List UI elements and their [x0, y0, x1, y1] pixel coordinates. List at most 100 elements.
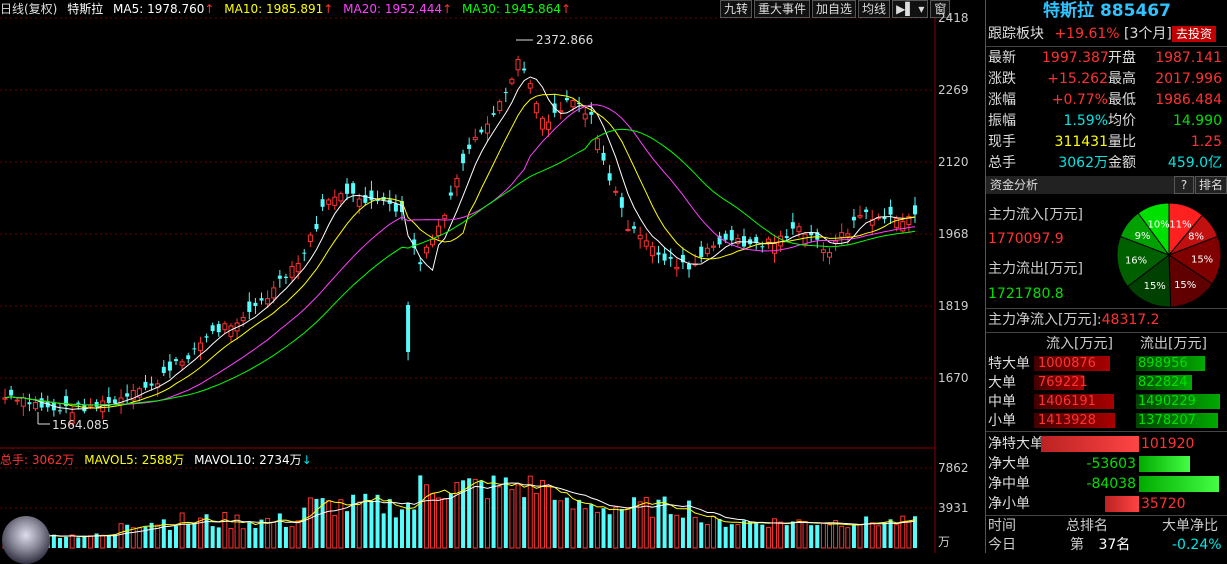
quote-value-2: 1986.484	[1155, 92, 1222, 108]
net-value: 35720	[1141, 496, 1186, 512]
volume-bar	[387, 499, 392, 548]
volume-bar	[277, 513, 282, 548]
flow-in-value: 1000876	[1038, 356, 1096, 371]
avatar[interactable]	[2, 516, 50, 564]
candle-body	[484, 123, 490, 134]
candle-body	[625, 228, 631, 231]
track-label: 跟踪板块	[988, 26, 1044, 42]
candle-body	[461, 153, 466, 164]
period-label: 日线(复权)	[0, 2, 58, 16]
volume-bar	[778, 521, 784, 549]
jiuzhuan-button[interactable]: 九转	[720, 0, 753, 18]
pie-slice-label: 16%	[1125, 256, 1147, 267]
volume-bar	[356, 501, 362, 549]
candle-body	[210, 325, 215, 332]
volume-bar	[472, 478, 478, 549]
volume-bar	[692, 516, 698, 549]
invest-button[interactable]: 去投资	[1172, 26, 1217, 42]
volume-bar	[399, 509, 404, 548]
price-tick: 2269	[938, 83, 969, 97]
track-value: +19.61%	[1054, 26, 1120, 42]
candle-body	[760, 246, 765, 248]
volume-bar	[338, 499, 344, 549]
volume-bar	[100, 534, 106, 549]
net-value: 101920	[1141, 436, 1195, 452]
candle-body	[662, 253, 667, 261]
volume-bar	[418, 475, 423, 548]
volume-bar	[851, 525, 856, 548]
candle-body	[356, 198, 362, 207]
volume-bar	[442, 498, 448, 549]
volume-bar	[393, 517, 398, 548]
pie-slice-label: 8%	[1188, 232, 1204, 243]
candle-body	[351, 183, 356, 194]
candle-body	[509, 78, 515, 84]
add-watchlist-button[interactable]: 加自选	[812, 0, 857, 18]
volume-bar	[527, 475, 533, 549]
window-menu-icon[interactable]: ▶▌ ▾	[892, 0, 929, 18]
volume-bar	[345, 511, 350, 548]
volume-bar	[643, 497, 649, 549]
volume-bar	[662, 496, 667, 548]
outflow-value: 1721780.8	[988, 286, 1064, 302]
volume-bar	[619, 508, 624, 548]
candle-body	[167, 361, 172, 371]
volume-bar	[802, 520, 808, 549]
panel-title: 特斯拉 885467	[1043, 1, 1171, 21]
candle-body	[668, 256, 673, 259]
quote-value-1: +0.77%	[1051, 92, 1108, 108]
candle-body	[197, 342, 203, 351]
candle-body	[27, 402, 32, 405]
volume-bar	[765, 526, 771, 549]
candle-body	[497, 101, 503, 111]
volume-bar	[613, 506, 619, 549]
volume-bar	[503, 477, 508, 548]
candle-body	[900, 221, 906, 232]
candle-body	[515, 59, 521, 71]
volume-bar	[423, 484, 429, 549]
moving-average-line	[4, 104, 916, 406]
candle-body	[467, 144, 472, 149]
candle-body	[289, 265, 295, 278]
major-events-button[interactable]: 重大事件	[754, 0, 811, 18]
candle-body	[845, 233, 851, 237]
volume-bar	[699, 522, 704, 548]
flow-in-value: 1413928	[1038, 413, 1096, 428]
candle-body	[320, 199, 325, 207]
rank-prefix: 第	[1070, 537, 1084, 553]
candle-body	[913, 205, 917, 215]
candle-body	[94, 402, 99, 407]
candle-body	[796, 226, 802, 233]
volume-bar	[369, 501, 374, 548]
moving-average-button[interactable]: 均线	[858, 0, 891, 18]
candle-body	[546, 121, 552, 130]
flow-out-value: 822824	[1138, 375, 1188, 390]
mavol5-legend: MAVOL5: 2588万	[84, 453, 185, 467]
quote-label-1: 现手	[988, 134, 1016, 150]
volume-bar	[479, 480, 484, 548]
track-period[interactable]: [3个月]	[1124, 26, 1172, 42]
candle-body	[302, 252, 307, 254]
ma10-legend: MA10: 1985.891↑	[224, 2, 334, 16]
volume-bar	[161, 519, 166, 548]
candle-body	[179, 361, 185, 366]
candle-body	[161, 366, 166, 373]
help-button[interactable]: ?	[1174, 176, 1194, 194]
quote-value-1: +15.262	[1047, 71, 1108, 87]
kline-chart[interactable]: 日线(复权) 特斯拉 MA5: 1978.760↑ MA10: 1985.891…	[0, 0, 985, 564]
net-outflow-bar	[1139, 476, 1220, 492]
candle-body	[649, 246, 655, 257]
candle-body	[271, 287, 277, 299]
net-inflow-label: 主力净流入[万元]:	[988, 312, 1102, 328]
ma30-legend: MA30: 1945.864↑	[462, 2, 572, 16]
chart-canvas[interactable]	[0, 0, 985, 553]
volume-bar	[796, 519, 802, 549]
candle-body	[613, 190, 619, 193]
quote-label-2: 金额	[1108, 155, 1136, 171]
candle-body	[259, 298, 264, 301]
volume-bar	[869, 522, 875, 549]
volume-bar	[253, 527, 258, 548]
candle-body	[345, 183, 350, 194]
candle-body	[314, 223, 319, 230]
rank-button[interactable]: 排名	[1195, 176, 1227, 194]
